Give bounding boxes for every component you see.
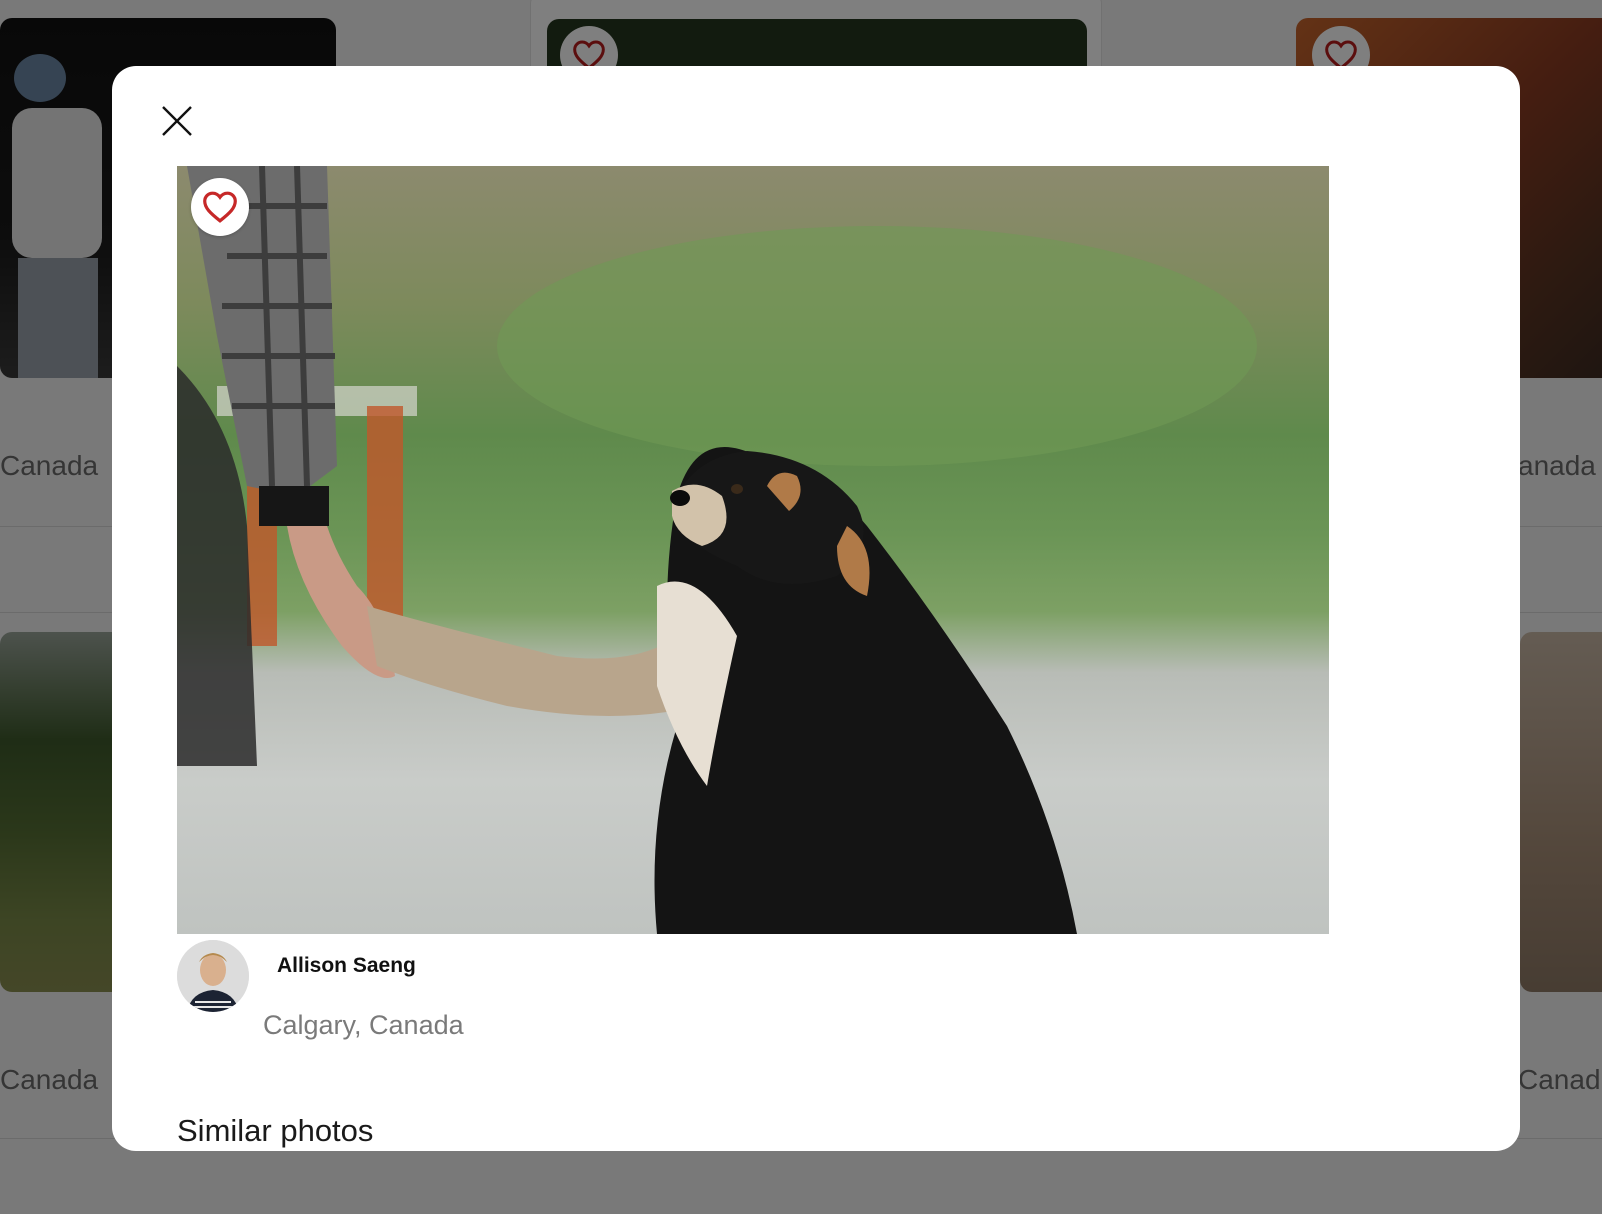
photo-detail-modal: Allison Saeng Calgary, Canada Similar ph… [112,66,1520,1151]
dog-paw-photo [177,166,1257,934]
heart-icon [203,191,237,223]
main-photo [177,166,1329,934]
similar-photos-heading: Similar photos [177,1113,374,1148]
avatar-icon [177,940,249,1012]
close-button[interactable] [156,100,198,142]
avatar[interactable] [177,940,249,1012]
author-name[interactable]: Allison Saeng [277,954,416,978]
author-location: Calgary, Canada [263,1010,464,1040]
close-icon [162,106,192,136]
favorite-button[interactable] [191,178,249,236]
